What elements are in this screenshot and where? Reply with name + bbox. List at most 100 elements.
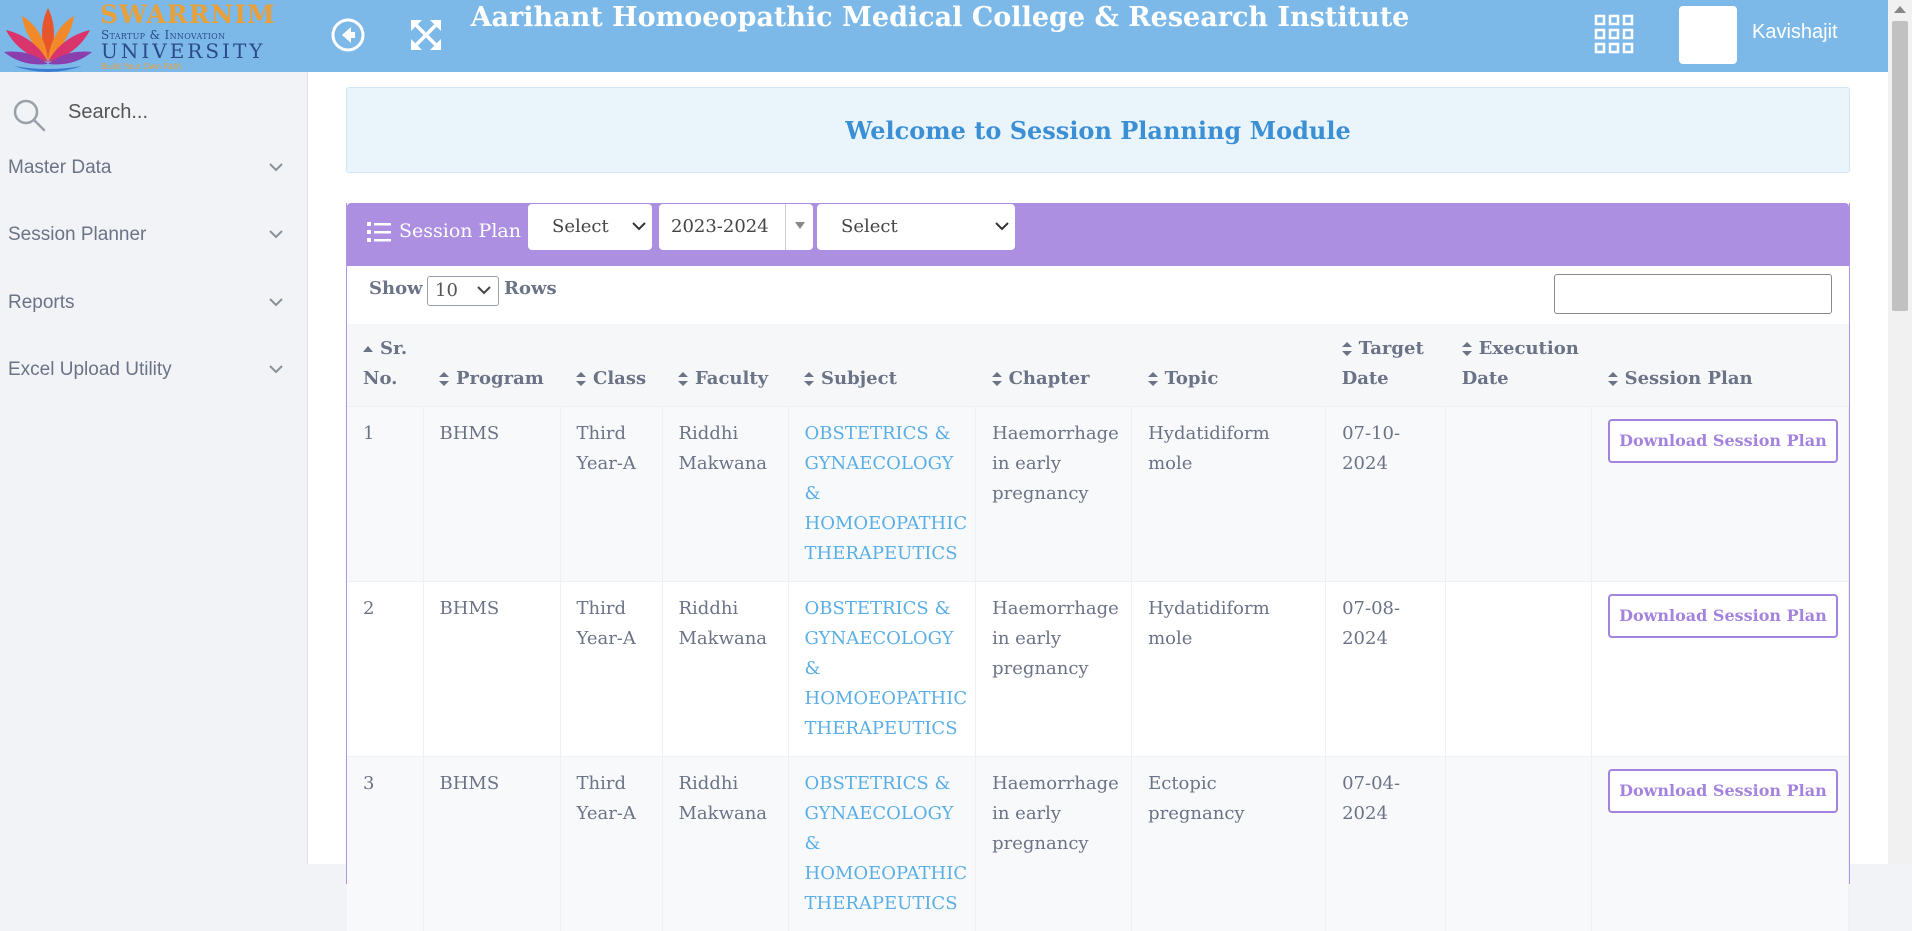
subject-link[interactable]: OBSTETRICS & GYNAECOLOGY & HOMOEOPATHIC …	[805, 773, 968, 914]
panel-title-text: Session Plan	[399, 220, 521, 242]
scroll-up-arrow-icon[interactable]	[1894, 5, 1906, 13]
subject-link[interactable]: OBSTETRICS & GYNAECOLOGY & HOMOEOPATHIC …	[805, 423, 968, 564]
sort-asc-icon	[363, 344, 373, 354]
cell-chapter: Haemorrhage in early pregnancy	[976, 407, 1132, 582]
show-label: Show	[369, 278, 423, 299]
logo-text-swarrnim: SWARRNIM	[100, 0, 276, 29]
cell-execution-date	[1446, 407, 1592, 582]
sort-icon	[1148, 371, 1158, 387]
caret-down-icon	[795, 222, 805, 230]
cell-session-plan: Download Session Plan	[1592, 757, 1849, 931]
cell-target-date: 07-10-2024	[1326, 407, 1446, 582]
download-session-plan-button[interactable]: Download Session Plan	[1608, 419, 1838, 463]
chevron-down-icon	[268, 297, 284, 307]
chevron-down-icon	[268, 162, 284, 172]
cell-subject: OBSTETRICS & GYNAECOLOGY & HOMOEOPATHIC …	[788, 582, 976, 757]
cell-class: Third Year-A	[560, 757, 662, 931]
rows-label: Rows	[504, 278, 557, 299]
cell-faculty: Riddhi Makwana	[662, 582, 788, 757]
sidebar-item-master-data[interactable]: Master Data	[0, 146, 307, 190]
table-row: 3 BHMS Third Year-A Riddhi Makwana OBSTE…	[347, 757, 1849, 931]
cell-sr: 3	[347, 757, 423, 931]
table-row: 1 BHMS Third Year-A Riddhi Makwana OBSTE…	[347, 407, 1849, 582]
col-header-label: Target Date	[1342, 338, 1424, 389]
fullscreen-button[interactable]	[404, 13, 448, 57]
cell-session-plan: Download Session Plan	[1592, 407, 1849, 582]
subject-select[interactable]: Select	[817, 204, 1015, 250]
back-button[interactable]	[326, 13, 370, 57]
cell-execution-date	[1446, 582, 1592, 757]
main-content: Welcome to Session Planning Module Sessi…	[308, 72, 1888, 864]
col-session-plan[interactable]: Session Plan	[1592, 324, 1849, 407]
table-header-row: Sr. No. Program Class Faculty Subject	[347, 324, 1849, 407]
avatar[interactable]	[1679, 6, 1737, 64]
sidebar-item-session-planner[interactable]: Session Planner	[0, 213, 307, 257]
table-row: 2 BHMS Third Year-A Riddhi Makwana OBSTE…	[347, 582, 1849, 757]
search-icon	[12, 98, 46, 132]
cell-topic: Hydatidiform mole	[1132, 407, 1326, 582]
scrollbar-thumb[interactable]	[1892, 21, 1908, 311]
chevron-down-icon	[268, 229, 284, 239]
sort-icon	[804, 371, 814, 387]
sort-icon	[1608, 371, 1618, 387]
table-search-input[interactable]	[1554, 274, 1832, 314]
cell-sr: 2	[347, 582, 423, 757]
user-name[interactable]: Kavishajit	[1752, 21, 1838, 44]
col-program[interactable]: Program	[423, 324, 560, 407]
rows-per-page-select[interactable]: 10	[427, 276, 499, 306]
panel-header: Session Plan Select 2023-2024 Select	[347, 203, 1849, 266]
download-session-plan-button[interactable]: Download Session Plan	[1608, 594, 1838, 638]
col-execution-date[interactable]: Execution Date	[1446, 324, 1592, 407]
search-input[interactable]	[66, 94, 290, 130]
col-class[interactable]: Class	[560, 324, 662, 407]
vertical-scrollbar[interactable]	[1888, 0, 1912, 864]
year-select[interactable]: 2023-2024	[659, 204, 813, 250]
fullscreen-icon	[409, 18, 443, 52]
sidebar-search	[0, 90, 307, 134]
sidebar-item-excel-upload[interactable]: Excel Upload Utility	[0, 348, 307, 392]
chevron-down-icon	[995, 221, 1009, 231]
sort-icon	[576, 371, 586, 387]
subject-link[interactable]: OBSTETRICS & GYNAECOLOGY & HOMOEOPATHIC …	[805, 598, 968, 739]
sort-icon	[1342, 341, 1352, 357]
download-session-plan-button[interactable]: Download Session Plan	[1608, 769, 1838, 813]
col-chapter[interactable]: Chapter	[976, 324, 1132, 407]
sort-icon	[992, 371, 1002, 387]
rows-per-page-value: 10	[435, 280, 458, 301]
sort-icon	[1462, 341, 1472, 357]
chevron-down-icon	[477, 285, 491, 295]
cell-chapter: Haemorrhage in early pregnancy	[976, 582, 1132, 757]
sidebar-item-label: Excel Upload Utility	[8, 359, 172, 381]
program-select[interactable]: Select	[528, 204, 652, 250]
session-plan-panel: Session Plan Select 2023-2024 Select Sho…	[346, 203, 1850, 884]
panel-title: Session Plan	[367, 220, 521, 243]
cell-subject: OBSTETRICS & GYNAECOLOGY & HOMOEOPATHIC …	[788, 757, 976, 931]
sidebar-item-label: Session Planner	[8, 224, 146, 246]
cell-topic: Hydatidiform mole	[1132, 582, 1326, 757]
institute-title: Aarihant Homoeopathic Medical College & …	[445, 2, 1435, 33]
col-topic[interactable]: Topic	[1132, 324, 1326, 407]
cell-topic: Ectopic pregnancy	[1132, 757, 1326, 931]
table-controls: Show 10 Rows	[347, 266, 1849, 324]
cell-session-plan: Download Session Plan	[1592, 582, 1849, 757]
cell-sr: 1	[347, 407, 423, 582]
apps-grid-icon[interactable]	[1594, 14, 1634, 54]
welcome-banner: Welcome to Session Planning Module	[346, 87, 1850, 173]
cell-execution-date	[1446, 757, 1592, 931]
cell-program: BHMS	[423, 407, 560, 582]
col-header-label: Session Plan	[1625, 368, 1753, 389]
back-circle-icon	[330, 17, 366, 53]
col-target-date[interactable]: Target Date	[1326, 324, 1446, 407]
cell-program: BHMS	[423, 757, 560, 931]
sidebar-item-reports[interactable]: Reports	[0, 281, 307, 325]
sidebar: Master Data Session Planner Reports Exce…	[0, 72, 308, 864]
cell-target-date: 07-08-2024	[1326, 582, 1446, 757]
year-select-value: 2023-2024	[671, 216, 769, 237]
cell-faculty: Riddhi Makwana	[662, 407, 788, 582]
col-faculty[interactable]: Faculty	[662, 324, 788, 407]
col-sr-no[interactable]: Sr. No.	[347, 324, 423, 407]
sort-icon	[678, 371, 688, 387]
col-subject[interactable]: Subject	[788, 324, 976, 407]
university-logo[interactable]: SWARRNIM Startup & Innovation UNIVERSITY…	[0, 0, 265, 72]
chevron-down-icon	[268, 364, 284, 374]
